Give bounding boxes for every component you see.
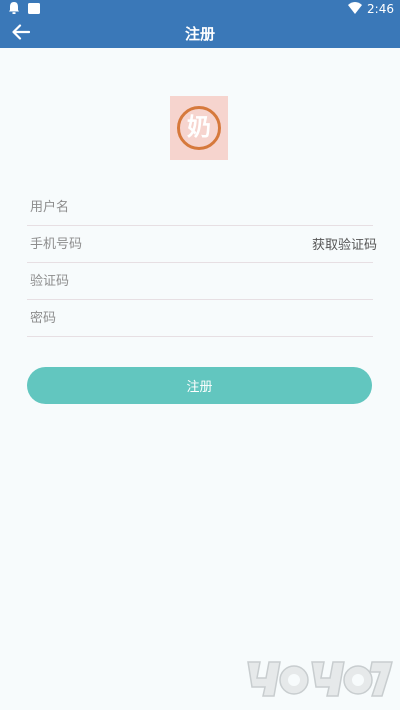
register-screen: 2:46 注册 奶 获取验证码 注册 bbox=[0, 0, 400, 710]
app-logo: 奶 bbox=[170, 96, 228, 160]
status-time: 2:46 bbox=[367, 2, 394, 16]
password-row bbox=[27, 300, 373, 337]
register-button[interactable]: 注册 bbox=[27, 367, 372, 404]
app-bar: 注册 bbox=[0, 18, 400, 48]
password-input[interactable] bbox=[30, 305, 280, 331]
wifi-icon bbox=[348, 2, 362, 14]
verification-code-input[interactable] bbox=[30, 268, 280, 294]
code-row bbox=[27, 263, 373, 300]
phone-row: 获取验证码 bbox=[27, 226, 377, 263]
sim-icon bbox=[28, 3, 40, 14]
phone-input[interactable] bbox=[30, 231, 280, 257]
username-row bbox=[27, 189, 373, 226]
get-code-button[interactable]: 获取验证码 bbox=[312, 235, 377, 257]
notification-icon bbox=[9, 2, 19, 14]
username-input[interactable] bbox=[30, 194, 280, 220]
page-title: 注册 bbox=[184, 25, 215, 43]
logo-character: 奶 bbox=[187, 113, 211, 141]
watermark-logo-icon bbox=[247, 661, 393, 697]
status-bar: 2:46 bbox=[0, 0, 400, 18]
